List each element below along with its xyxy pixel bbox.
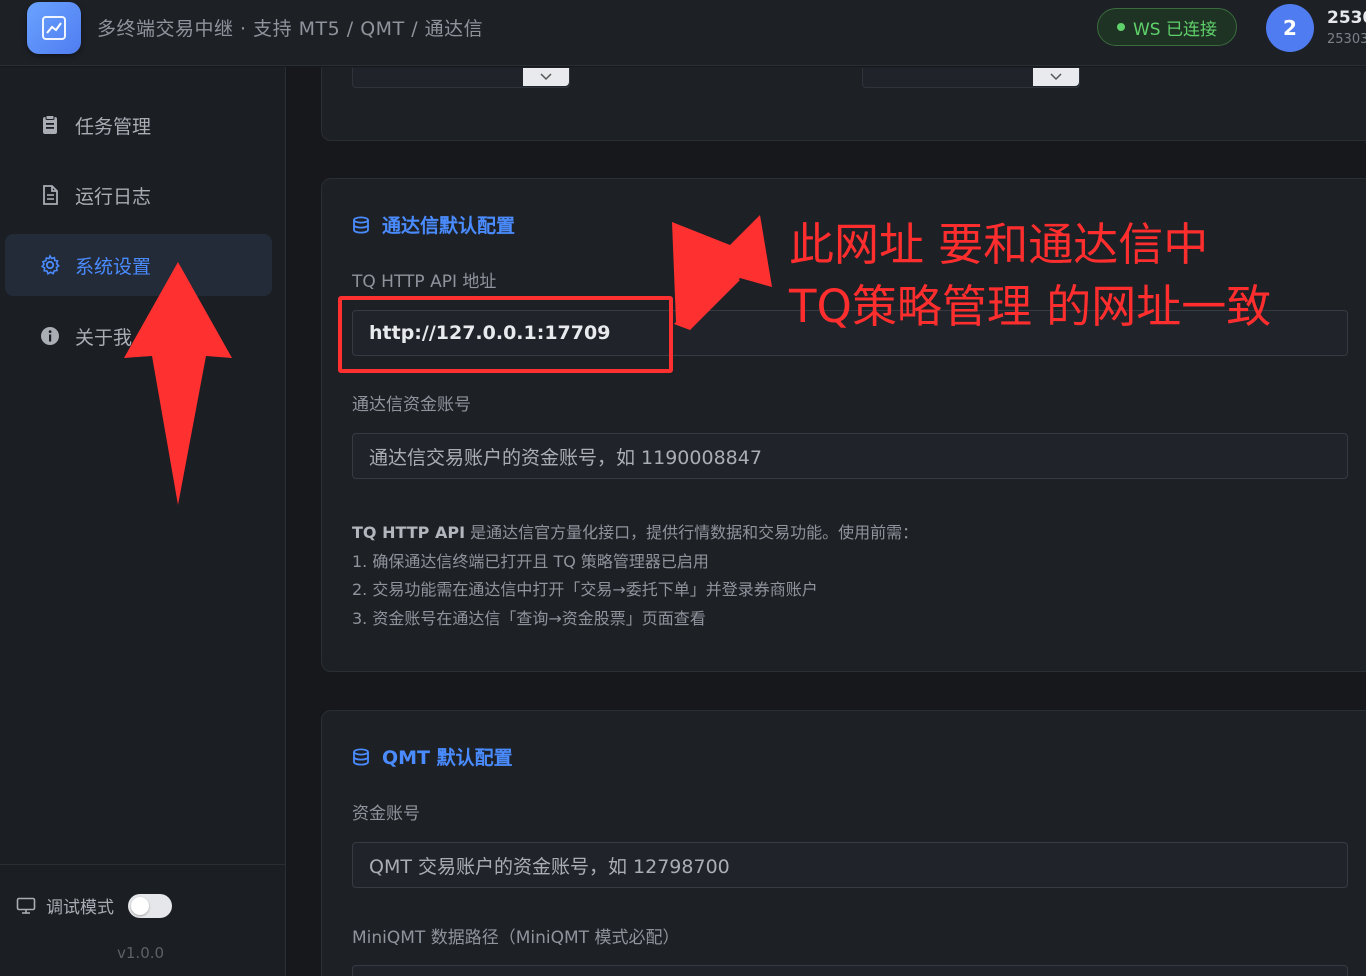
qmt-config-heading: QMT 默认配置	[352, 743, 513, 770]
version-text: v1.0.0	[117, 944, 165, 962]
sidebar-item-logs[interactable]: 运行日志	[5, 164, 272, 226]
user-name: 2530	[1327, 8, 1366, 28]
qmt-config-card: QMT 默认配置 资金账号 QMT 交易账户的资金账号，如 12798700 M…	[321, 710, 1366, 976]
tdx-config-heading: 通达信默认配置	[352, 211, 515, 238]
help-strong: TQ HTTP API	[352, 523, 466, 542]
ws-status-badge: WS 已连接	[1097, 8, 1237, 46]
app-title: 多终端交易中继 · 支持 MT5 / QMT / 通达信	[97, 18, 484, 40]
help-line: 2. 交易功能需在通达信中打开「交易→委托下单」并登录券商账户	[352, 580, 818, 599]
annotation-line: 此网址 要和通达信中	[789, 218, 1209, 271]
tdx-account-label: 通达信资金账号	[352, 395, 471, 415]
chevron-down-icon	[1033, 68, 1079, 86]
qmt-account-input[interactable]: QMT 交易账户的资金账号，如 12798700	[352, 842, 1348, 888]
tdx-help-text: TQ HTTP API 是通达信官方量化接口，提供行情数据和交易功能。使用前需：…	[352, 519, 918, 633]
clipboard-icon	[43, 115, 57, 134]
heading-text: QMT 默认配置	[382, 747, 513, 769]
gear-icon	[41, 254, 60, 275]
previous-config-card	[321, 67, 1366, 141]
avatar[interactable]: 2	[1266, 4, 1314, 52]
help-intro: 是通达信官方量化接口，提供行情数据和交易功能。使用前需：	[465, 523, 919, 542]
help-intro-line: TQ HTTP API 是通达信官方量化接口，提供行情数据和交易功能。使用前需：	[352, 519, 918, 548]
debug-mode-label: 调试模式	[46, 898, 114, 918]
sidebar: 任务管理 运行日志 系统设置 关于我 调试模式 v1.0.0	[0, 67, 286, 976]
ws-status-text: WS 已连接	[1132, 19, 1217, 40]
document-icon	[43, 185, 58, 205]
status-dot-icon	[1116, 23, 1125, 31]
sidebar-divider	[0, 864, 286, 865]
sidebar-item-label: 运行日志	[75, 185, 152, 208]
monitor-icon	[16, 897, 36, 914]
sidebar-item-label: 系统设置	[75, 255, 152, 278]
app-logo	[27, 2, 81, 54]
database-icon	[353, 216, 369, 234]
annotation-highlight-box	[338, 296, 673, 373]
sidebar-item-tasks[interactable]: 任务管理	[5, 94, 272, 156]
select-field[interactable]	[352, 68, 570, 88]
sidebar-item-about[interactable]: 关于我	[5, 305, 272, 367]
help-line: 1. 确保通达信终端已打开且 TQ 策略管理器已启用	[352, 551, 709, 571]
help-line: 3. 资金账号在通达信「查询→资金股票」页面查看	[352, 608, 706, 628]
miniqmt-path-input[interactable]	[352, 965, 1348, 976]
sidebar-item-label: 关于我	[75, 326, 133, 349]
database-icon	[353, 748, 369, 766]
tq-api-url-label: TQ HTTP API 地址	[352, 272, 497, 292]
qmt-account-label: 资金账号	[352, 804, 420, 824]
sidebar-item-label: 任务管理	[75, 115, 152, 138]
annotation-line: TQ策略管理 的网址一致	[789, 280, 1272, 333]
app-root: 多终端交易中继 · 支持 MT5 / QMT / 通达信 WS 已连接 2 25…	[0, 0, 1366, 976]
settings-content[interactable]: 通达信默认配置 TQ HTTP API 地址 http://127.0.0.1:…	[287, 67, 1366, 976]
top-bar: 多终端交易中继 · 支持 MT5 / QMT / 通达信 WS 已连接 2 25…	[0, 0, 1366, 66]
debug-mode-toggle[interactable]	[128, 893, 172, 918]
heading-text: 通达信默认配置	[382, 215, 516, 237]
user-id: 25303	[1327, 32, 1366, 47]
chevron-down-icon	[523, 68, 569, 86]
select-field[interactable]	[862, 68, 1080, 88]
annotation-text: 此网址 要和通达信中 TQ策略管理 的网址一致	[789, 214, 1271, 338]
debug-mode-row: 调试模式	[16, 893, 172, 918]
info-icon	[41, 327, 59, 345]
miniqmt-path-label: MiniQMT 数据路径（MiniQMT 模式必配）	[352, 928, 680, 948]
chart-line-icon	[42, 16, 66, 40]
tdx-account-input[interactable]: 通达信交易账户的资金账号，如 1190008847	[352, 433, 1348, 479]
sidebar-item-settings[interactable]: 系统设置	[5, 234, 272, 296]
